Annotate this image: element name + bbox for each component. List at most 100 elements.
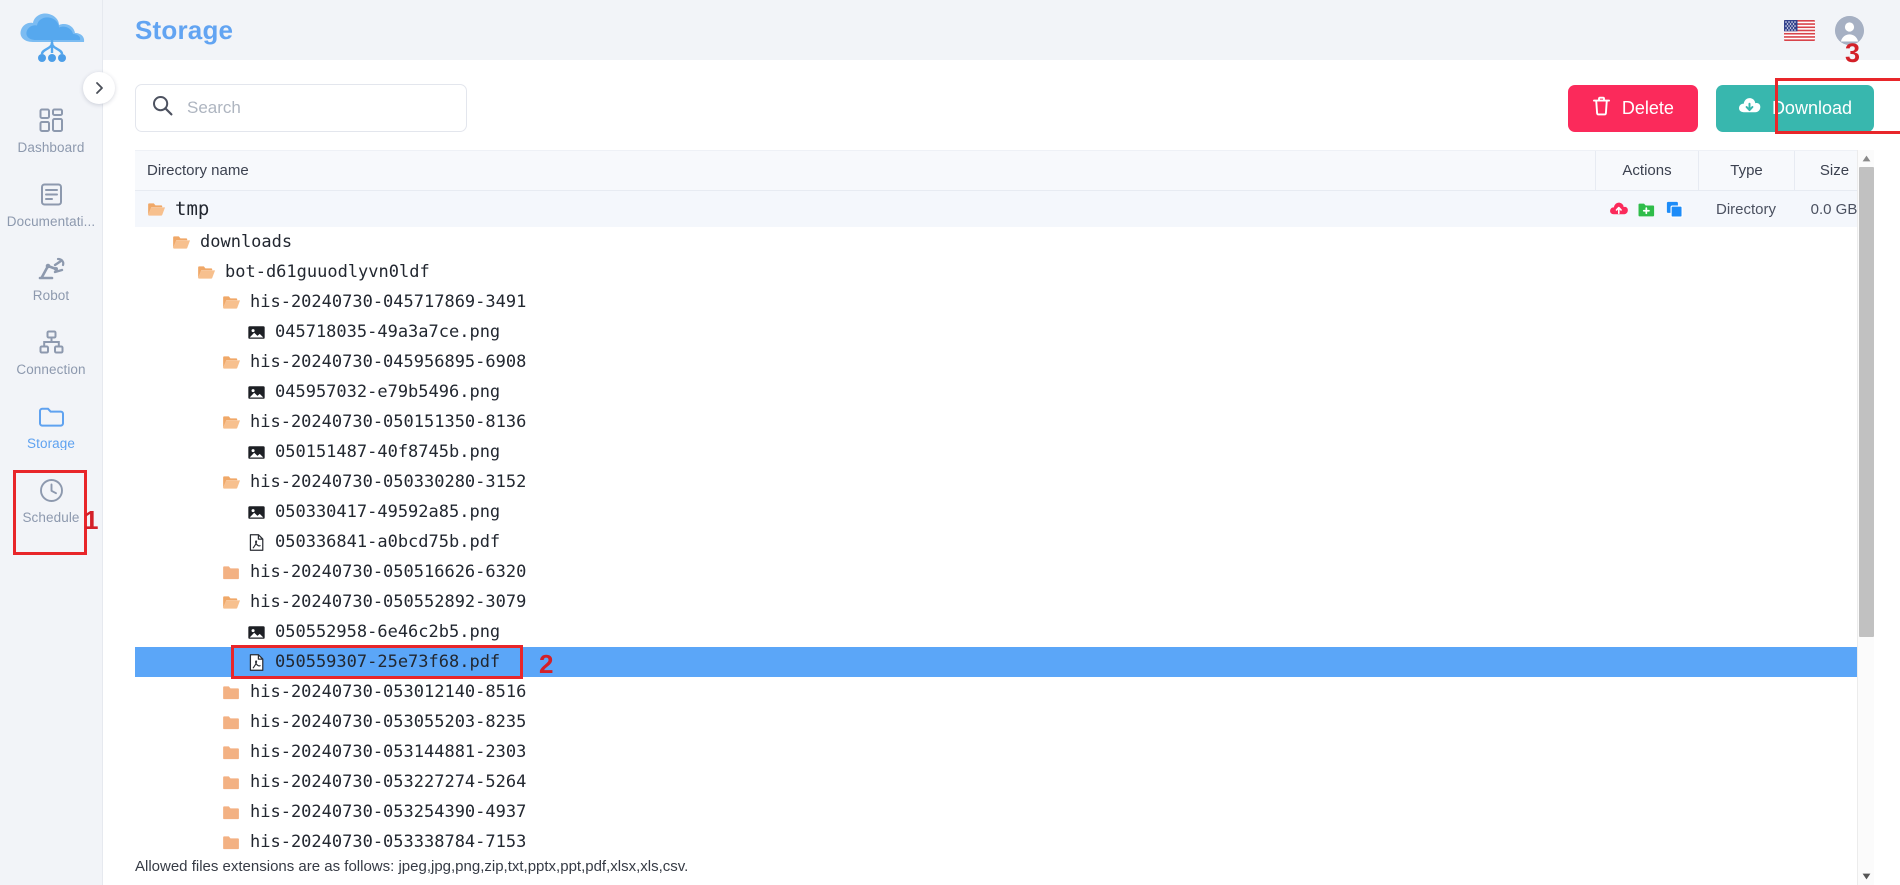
row-label: his-20240730-045956895-6908 bbox=[250, 352, 527, 372]
chevron-right-icon bbox=[96, 82, 103, 94]
column-header-actions: Actions bbox=[1595, 151, 1698, 190]
row-name-cell: tmp bbox=[135, 200, 1595, 219]
download-button[interactable]: Download bbox=[1715, 84, 1874, 132]
delete-button-label: Delete bbox=[1621, 97, 1674, 118]
cloud-download-icon bbox=[1738, 96, 1761, 120]
header-actions bbox=[1784, 15, 1864, 45]
folder-icon bbox=[38, 404, 65, 430]
row-name-cell: his-20240730-045717869-3491 bbox=[135, 293, 1595, 312]
table-row[interactable]: his-20240730-053254390-4937 bbox=[135, 797, 1874, 827]
robot-arm-icon bbox=[38, 256, 65, 282]
scroll-down-button[interactable] bbox=[1858, 868, 1875, 885]
column-header-type: Type bbox=[1698, 151, 1794, 190]
pdf-file-icon bbox=[249, 653, 264, 671]
us-flag-svg bbox=[1784, 19, 1815, 41]
table-row[interactable]: his-20240730-053338784-7153 bbox=[135, 827, 1874, 857]
table-row[interactable]: 050151487-40f8745b.png bbox=[135, 437, 1874, 467]
scroll-up-button[interactable] bbox=[1858, 150, 1875, 167]
dashboard-grid-icon bbox=[39, 108, 64, 134]
scrollbar-thumb[interactable] bbox=[1858, 167, 1874, 637]
sidebar-nav: Dashboard Documentati... Robot Connectio… bbox=[0, 94, 102, 538]
row-label: his-20240730-053055203-8235 bbox=[250, 712, 527, 732]
table-row[interactable]: downloads bbox=[135, 227, 1874, 257]
row-name-cell: his-20240730-050552892-3079 bbox=[135, 593, 1595, 612]
table-row[interactable]: 045957032-e79b5496.png bbox=[135, 377, 1874, 407]
pdf-file-icon bbox=[249, 533, 264, 551]
table-row[interactable]: his-20240730-050552892-3079 bbox=[135, 587, 1874, 617]
table-row[interactable]: bot-d61guuodlyvn0ldf bbox=[135, 257, 1874, 287]
row-label: his-20240730-053338784-7153 bbox=[250, 832, 527, 852]
sidebar-item-label: Documentati... bbox=[6, 214, 96, 229]
copy-icon bbox=[1666, 201, 1683, 218]
search-input[interactable] bbox=[187, 98, 450, 118]
vertical-scrollbar[interactable] bbox=[1857, 150, 1874, 885]
folder-add-icon[interactable] bbox=[1637, 200, 1656, 219]
row-name-cell: 050336841-a0bcd75b.pdf bbox=[135, 533, 1595, 552]
search-icon bbox=[152, 95, 173, 121]
sidebar-collapse-button[interactable] bbox=[83, 72, 115, 104]
row-label: his-20240730-053012140-8516 bbox=[250, 682, 527, 702]
table-row[interactable]: his-20240730-045717869-3491 bbox=[135, 287, 1874, 317]
app-logo bbox=[15, 10, 87, 72]
sidebar-item-label: Dashboard bbox=[17, 140, 85, 155]
row-label: his-20240730-050330280-3152 bbox=[250, 472, 527, 492]
row-name-cell: his-20240730-050330280-3152 bbox=[135, 473, 1595, 492]
row-name-cell: 050559307-25e73f68.pdf bbox=[135, 653, 1595, 672]
table-row[interactable]: his-20240730-053012140-8516 bbox=[135, 677, 1874, 707]
document-icon bbox=[39, 182, 64, 208]
column-header-directory-name: Directory name bbox=[147, 162, 249, 179]
table-row[interactable]: his-20240730-050516626-6320 bbox=[135, 557, 1874, 587]
row-actions-cell bbox=[1595, 200, 1698, 219]
table-row[interactable]: 050552958-6e46c2b5.png bbox=[135, 617, 1874, 647]
table-row[interactable]: 050336841-a0bcd75b.pdf bbox=[135, 527, 1874, 557]
trash-icon bbox=[1592, 96, 1611, 121]
row-name-cell: his-20240730-050516626-6320 bbox=[135, 563, 1595, 582]
folder-closed-icon bbox=[223, 835, 239, 849]
sidebar-item-dashboard[interactable]: Dashboard bbox=[0, 94, 102, 168]
delete-button[interactable]: Delete bbox=[1567, 84, 1698, 132]
table-row[interactable]: tmp Directory 0.0 GB bbox=[135, 191, 1874, 227]
row-name-cell: his-20240730-053338784-7153 bbox=[135, 833, 1595, 852]
clock-icon bbox=[39, 478, 64, 504]
row-label: 050151487-40f8745b.png bbox=[275, 442, 501, 462]
sidebar-item-documentation[interactable]: Documentati... bbox=[0, 168, 102, 242]
table-row[interactable]: his-20240730-050151350-8136 bbox=[135, 407, 1874, 437]
table-row[interactable]: 045718035-49a3a7ce.png bbox=[135, 317, 1874, 347]
folder-closed-icon bbox=[223, 805, 239, 819]
top-header: Storage bbox=[103, 0, 1900, 60]
folder-open-icon bbox=[223, 595, 241, 609]
table-row[interactable]: his-20240730-050330280-3152 bbox=[135, 467, 1874, 497]
sidebar-item-schedule[interactable]: Schedule bbox=[0, 464, 102, 538]
us-flag-icon[interactable] bbox=[1784, 19, 1815, 41]
avatar[interactable] bbox=[1835, 15, 1864, 45]
table-row[interactable]: his-20240730-053227274-5264 bbox=[135, 767, 1874, 797]
sidebar-item-robot[interactable]: Robot bbox=[0, 242, 102, 316]
table-row[interactable]: 050330417-49592a85.png bbox=[135, 497, 1874, 527]
row-name-cell: his-20240730-053144881-2303 bbox=[135, 743, 1595, 762]
table-header-row: Directory name Actions Type Size bbox=[135, 150, 1874, 191]
folder-open-icon bbox=[223, 295, 241, 309]
table-row[interactable]: his-20240730-053144881-2303 bbox=[135, 737, 1874, 767]
triangle-up-icon bbox=[1862, 155, 1870, 162]
storage-page: Dashboard Documentati... Robot Connectio… bbox=[0, 0, 1900, 885]
table-row[interactable]: his-20240730-053055203-8235 bbox=[135, 707, 1874, 737]
cloud-upload-icon[interactable] bbox=[1609, 200, 1628, 219]
row-label: his-20240730-050516626-6320 bbox=[250, 562, 527, 582]
sidebar-item-connection[interactable]: Connection bbox=[0, 316, 102, 390]
main-area: Storage Search Delete Download Directory… bbox=[103, 0, 1900, 885]
sidebar-item-storage[interactable]: Storage bbox=[0, 390, 102, 464]
row-name-cell: downloads bbox=[135, 233, 1595, 252]
scrollbar-track[interactable] bbox=[1858, 167, 1875, 868]
selected-file-row[interactable]: 050559307-25e73f68.pdf bbox=[135, 647, 1874, 677]
row-type-cell: Directory bbox=[1715, 200, 1776, 218]
sidebar-item-label: Schedule bbox=[22, 510, 80, 525]
row-name-cell: his-20240730-053055203-8235 bbox=[135, 713, 1595, 732]
folder-open-icon bbox=[223, 415, 241, 429]
copy-icon[interactable] bbox=[1665, 200, 1684, 219]
row-name-cell: his-20240730-053254390-4937 bbox=[135, 803, 1595, 822]
table-row[interactable]: his-20240730-045956895-6908 bbox=[135, 347, 1874, 377]
sidebar-item-label: Storage bbox=[27, 436, 75, 451]
row-name-cell: his-20240730-053227274-5264 bbox=[135, 773, 1595, 792]
image-file-icon bbox=[248, 385, 265, 399]
search-box[interactable] bbox=[135, 84, 467, 132]
